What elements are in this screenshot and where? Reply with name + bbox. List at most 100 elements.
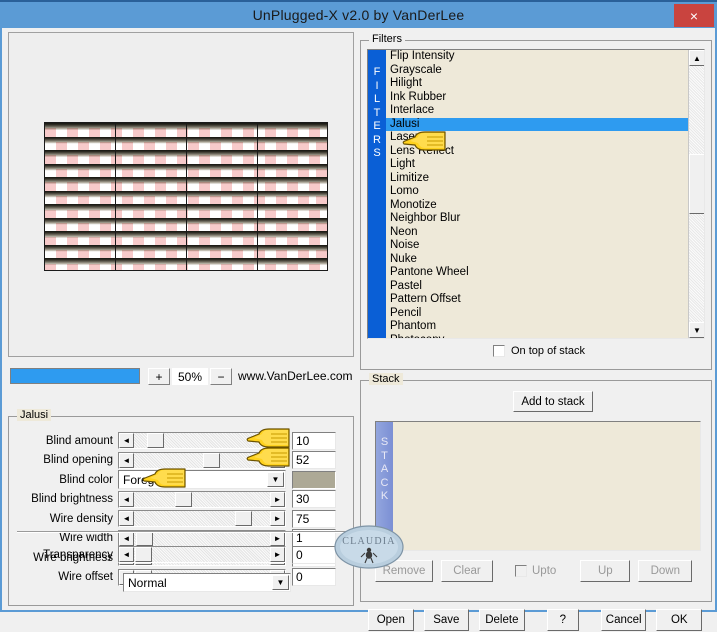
window-title: UnPlugged-X v2.0 by VanDerLee	[252, 7, 465, 23]
parameter-divider	[17, 531, 347, 533]
filter-list-item[interactable]: Nuke	[386, 253, 704, 267]
move-up-button[interactable]: Up	[580, 560, 631, 582]
help-button[interactable]: ?	[546, 609, 579, 631]
filters-scrollbar[interactable]: ▲ ▼	[688, 50, 704, 338]
param-row: Blind color Foreground ▼	[13, 470, 351, 489]
open-button[interactable]: Open	[368, 609, 414, 631]
param-slider[interactable]: ◄►	[118, 510, 286, 527]
on-top-of-stack-checkbox[interactable]	[493, 345, 505, 357]
filter-list-item[interactable]: Neighbor Blur	[386, 212, 704, 226]
filter-list-item[interactable]: Limitize	[386, 172, 704, 186]
slider-increment-icon[interactable]: ►	[270, 452, 285, 468]
filter-list-item[interactable]: Lens Reflect	[386, 145, 704, 159]
stack-group: Stack Add to stack STACK Remove Clear Upto…	[360, 373, 712, 602]
slider-thumb[interactable]	[135, 547, 152, 562]
cancel-button[interactable]: Cancel	[600, 609, 647, 631]
filter-list-item[interactable]: Pencil	[386, 307, 704, 321]
param-slider[interactable]: ◄►	[118, 451, 286, 469]
filter-list-item[interactable]: Light	[386, 158, 704, 172]
blind-color-combo[interactable]: Foreground ▼	[118, 470, 286, 489]
blind-row	[45, 177, 327, 191]
on-top-of-stack-row[interactable]: On top of stack	[493, 345, 585, 357]
zoom-out-button[interactable]: −	[210, 368, 232, 385]
filter-list-item[interactable]: Noise	[386, 239, 704, 253]
filter-list-item[interactable]: Flip Intensity	[386, 50, 704, 64]
close-icon[interactable]: ×	[674, 4, 714, 27]
filter-list-item[interactable]: Photocopy	[386, 334, 704, 339]
param-label: Wire offset	[58, 571, 113, 583]
ok-button[interactable]: OK	[656, 609, 703, 631]
slider-increment-icon[interactable]: ►	[270, 491, 285, 507]
param-value-input[interactable]: 0	[292, 568, 336, 586]
param-slider[interactable]: ◄►	[118, 490, 286, 508]
transparency-slider[interactable]: ◄ ►	[118, 546, 286, 563]
slider-thumb[interactable]	[234, 511, 252, 526]
chevron-down-icon[interactable]: ▼	[272, 575, 289, 590]
filter-list-item[interactable]: Laserrays	[386, 131, 704, 145]
filter-list-item[interactable]: Interlace	[386, 104, 704, 118]
stack-list[interactable]	[393, 422, 700, 550]
blend-mode-value[interactable]: Normal ▼	[123, 573, 291, 592]
sidebar-letter: S	[380, 436, 389, 448]
clear-button[interactable]: Clear	[441, 560, 493, 582]
slider-increment-icon[interactable]: ►	[270, 433, 285, 448]
stack-controls-row: Remove Clear Upto Up Down	[375, 559, 701, 583]
param-value-input[interactable]: 52	[292, 451, 336, 469]
delete-button[interactable]: Delete	[479, 609, 525, 631]
slider-thumb[interactable]	[174, 491, 192, 507]
blind-color-swatch[interactable]	[292, 470, 336, 489]
blind-row	[45, 258, 327, 270]
slider-thumb[interactable]	[146, 433, 164, 448]
filter-list-item[interactable]: Ink Rubber	[386, 91, 704, 105]
blind-checks	[45, 196, 327, 205]
scroll-up-icon[interactable]: ▲	[689, 50, 704, 66]
transparency-value-input[interactable]: 0	[292, 545, 336, 564]
remove-button[interactable]: Remove	[375, 560, 433, 582]
slider-decrement-icon[interactable]: ◄	[119, 547, 134, 562]
param-label: Blind amount	[45, 434, 113, 447]
filter-list-item[interactable]: Jalusi	[386, 117, 704, 131]
move-down-button[interactable]: Down	[638, 560, 693, 582]
stack-group-title: Stack	[369, 373, 403, 385]
add-to-stack-button[interactable]: Add to stack	[513, 391, 593, 412]
filter-list-item[interactable]: Neon	[386, 226, 704, 240]
zoom-level-value: 50%	[172, 368, 208, 385]
blind-row	[45, 244, 327, 259]
filter-list-item[interactable]: Phantom	[386, 320, 704, 334]
filter-list-item[interactable]: Lomo	[386, 185, 704, 199]
blind-checks	[45, 128, 327, 137]
sidebar-letter: T	[381, 449, 388, 462]
filter-list-item[interactable]: Monotize	[386, 199, 704, 213]
slider-thumb[interactable]	[202, 452, 220, 468]
preview-pane[interactable]	[8, 32, 354, 357]
filters-list[interactable]: Flip Intensity Grayscale Hilight Ink Rubber…	[386, 50, 704, 338]
slider-increment-icon[interactable]: ►	[270, 547, 285, 562]
slider-decrement-icon[interactable]: ◄	[119, 452, 134, 468]
filter-list-item[interactable]: Pattern Offset	[386, 293, 704, 307]
blend-mode-combo[interactable]: Normal ▼	[123, 573, 291, 592]
slider-decrement-icon[interactable]: ◄	[119, 491, 134, 507]
scroll-down-icon[interactable]: ▼	[689, 322, 704, 338]
param-slider[interactable]: ◄►	[118, 432, 286, 449]
upto-row[interactable]: Upto	[515, 565, 556, 577]
filter-list-item[interactable]: Grayscale	[386, 64, 704, 78]
upto-checkbox[interactable]	[515, 565, 527, 577]
filter-list-item[interactable]: Hilight	[386, 77, 704, 91]
zoom-in-button[interactable]: +	[148, 368, 170, 385]
param-row: Blind opening ◄ ► 52	[13, 451, 351, 470]
param-value-input[interactable]: 30	[292, 490, 336, 508]
chevron-down-icon[interactable]: ▼	[267, 472, 284, 487]
slider-decrement-icon[interactable]: ◄	[119, 433, 134, 448]
slider-increment-icon[interactable]: ►	[270, 511, 285, 526]
slider-decrement-icon[interactable]: ◄	[119, 511, 134, 526]
sidebar-letter: I	[375, 79, 379, 92]
save-button[interactable]: Save	[423, 609, 470, 631]
blind-row	[45, 123, 327, 137]
param-value-input[interactable]: 10	[292, 431, 336, 450]
zoom-slider[interactable]	[10, 368, 140, 384]
blind-checks	[45, 141, 327, 151]
filter-list-item[interactable]: Pantone Wheel	[386, 266, 704, 280]
param-value-input[interactable]: 75	[292, 509, 336, 528]
scrollbar-thumb[interactable]	[689, 154, 704, 214]
filter-list-item[interactable]: Pastel	[386, 280, 704, 294]
